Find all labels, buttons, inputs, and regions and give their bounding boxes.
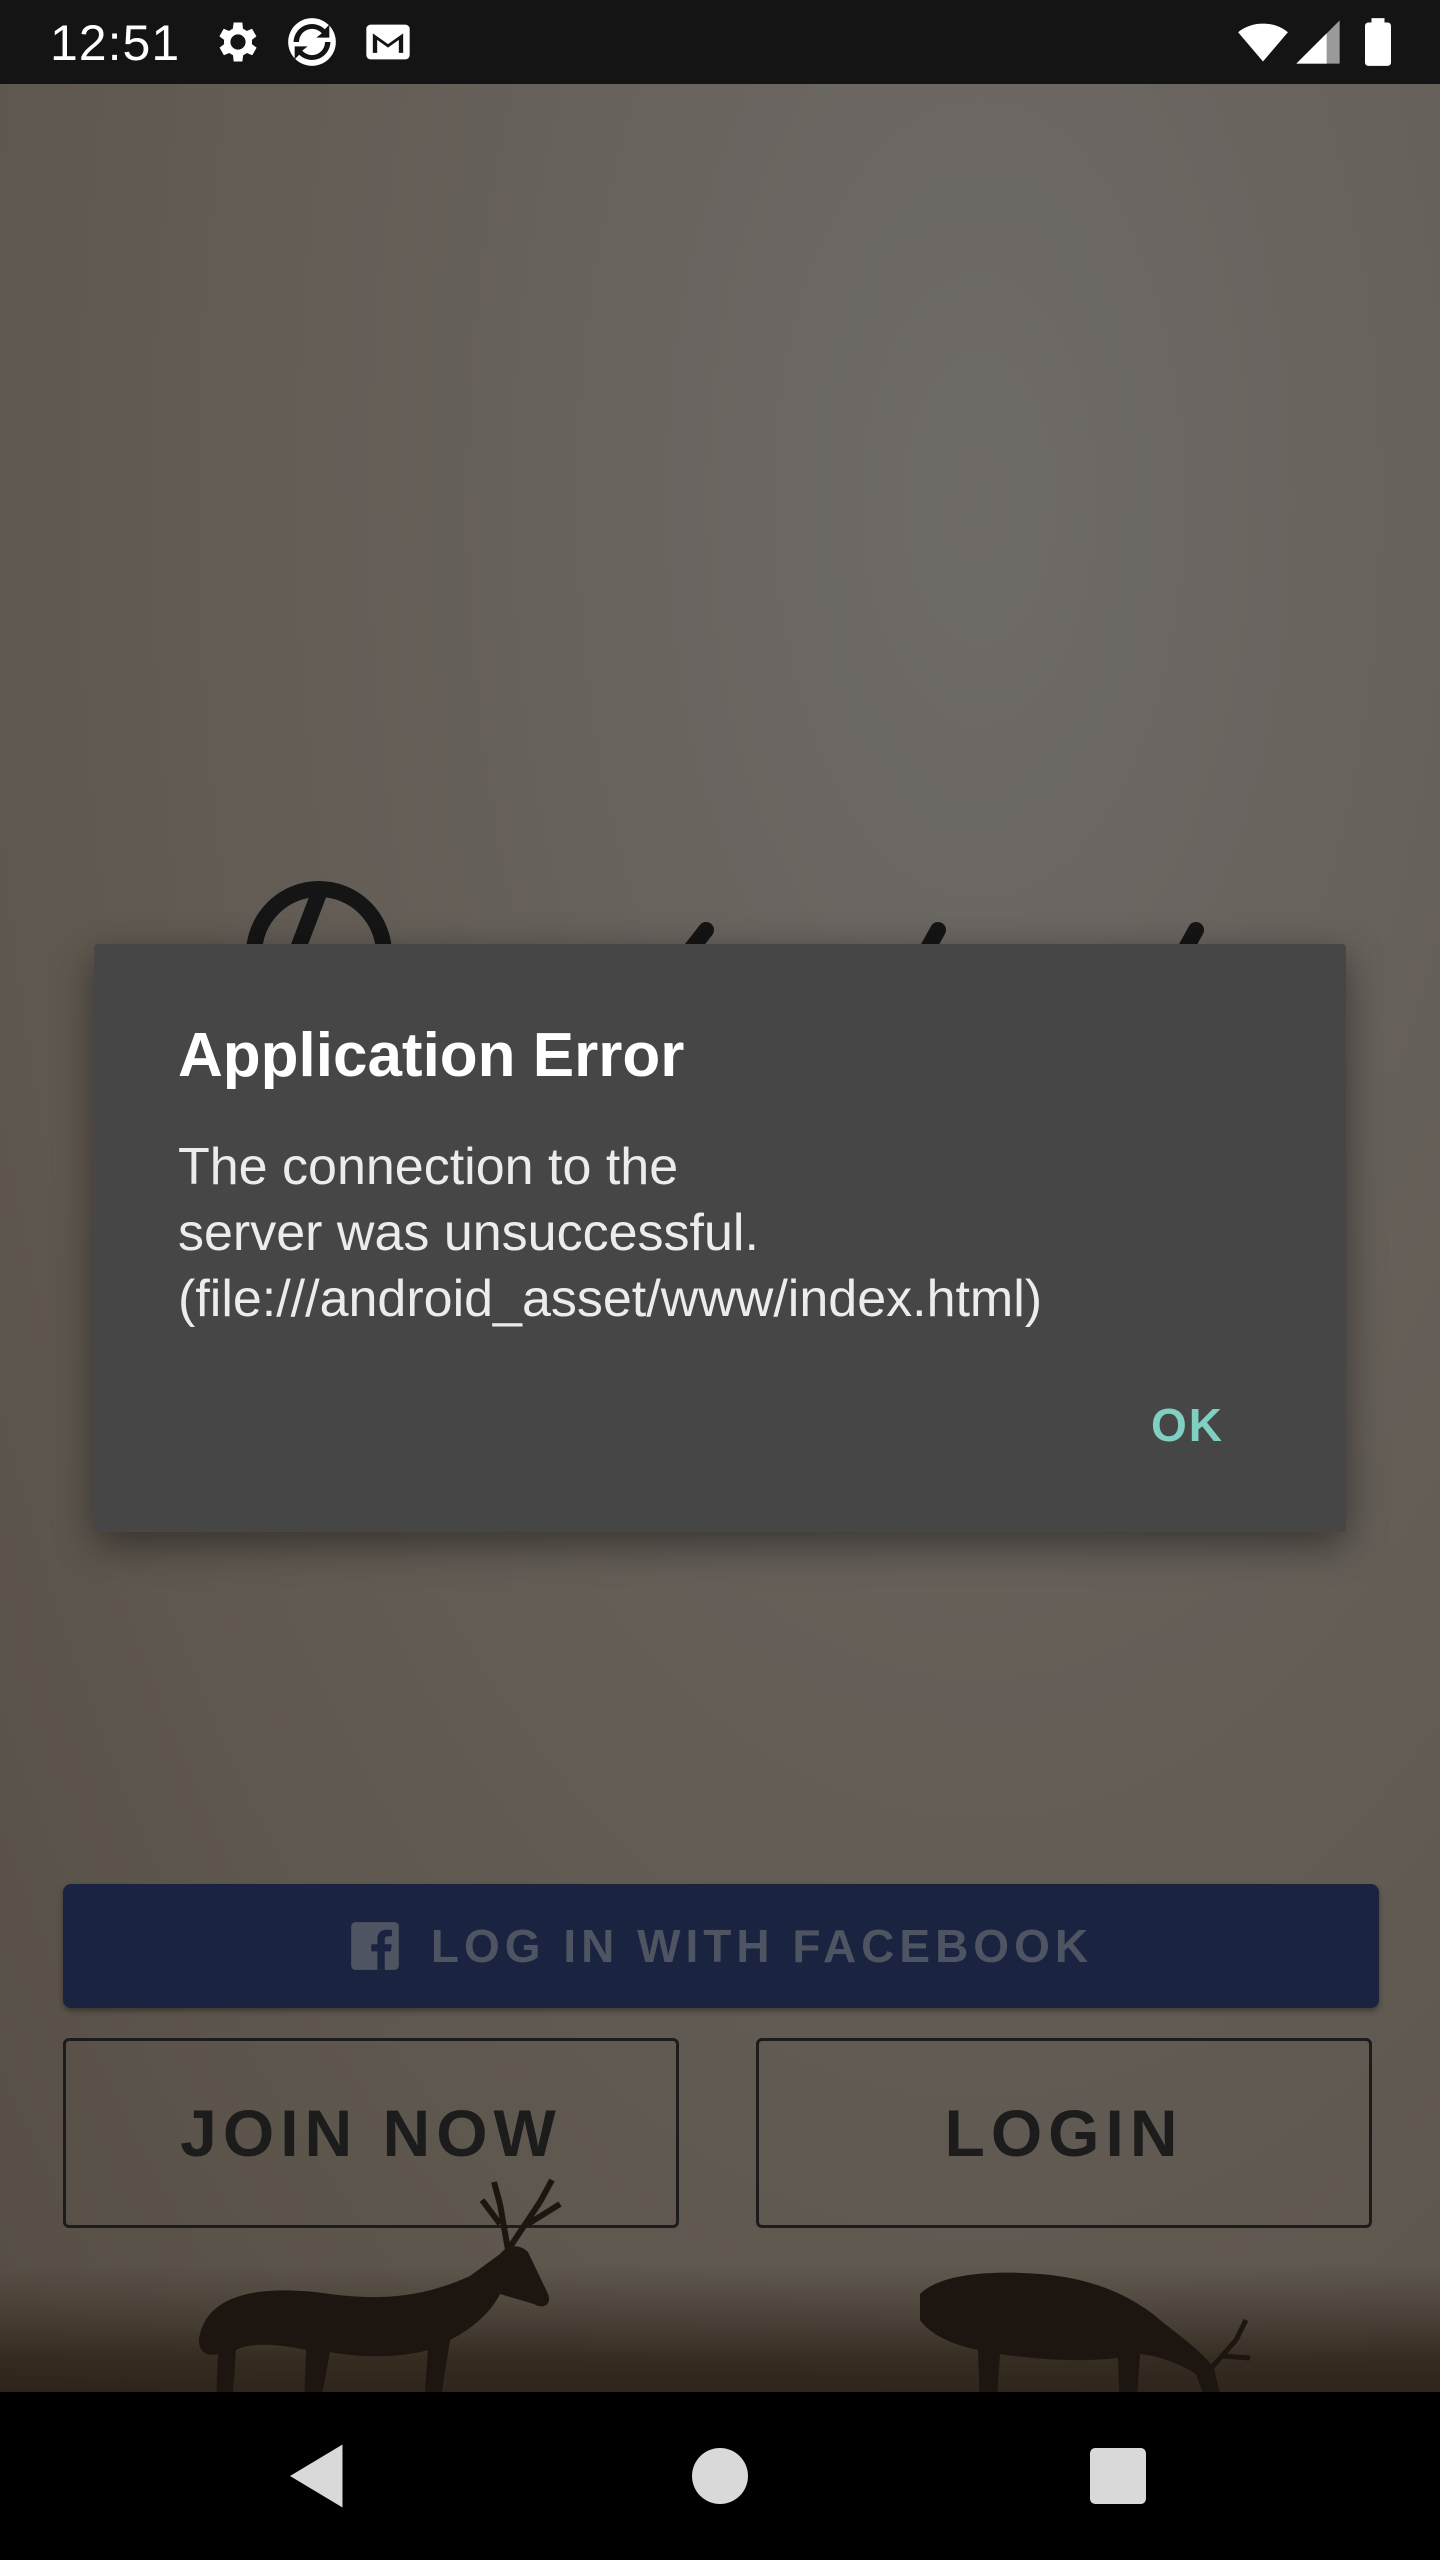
status-bar: 12:51 (0, 0, 1440, 84)
dialog-title: Application Error (178, 1021, 685, 1090)
sync-icon (288, 18, 336, 66)
dialog-message: The connection to the server was unsucce… (178, 1138, 1043, 1328)
cellular-signal-icon (1296, 20, 1340, 64)
home-icon[interactable] (678, 2434, 762, 2518)
navigation-bar (0, 2392, 1440, 2560)
ok-button[interactable]: OK (1137, 1388, 1238, 1462)
wifi-icon (1238, 23, 1288, 62)
application-error-dialog: Application Error The connection to the … (94, 944, 1346, 1532)
settings-icon (219, 22, 257, 62)
gmail-icon (366, 24, 410, 60)
status-time: 12:51 (50, 15, 181, 71)
recents-icon[interactable] (1076, 2434, 1160, 2518)
back-icon[interactable] (276, 2434, 360, 2518)
android-screen: 12:51 LOG IN WITH FACEBOOK JOIN NOW LOGI… (0, 0, 1440, 2560)
battery-icon (1365, 18, 1391, 66)
